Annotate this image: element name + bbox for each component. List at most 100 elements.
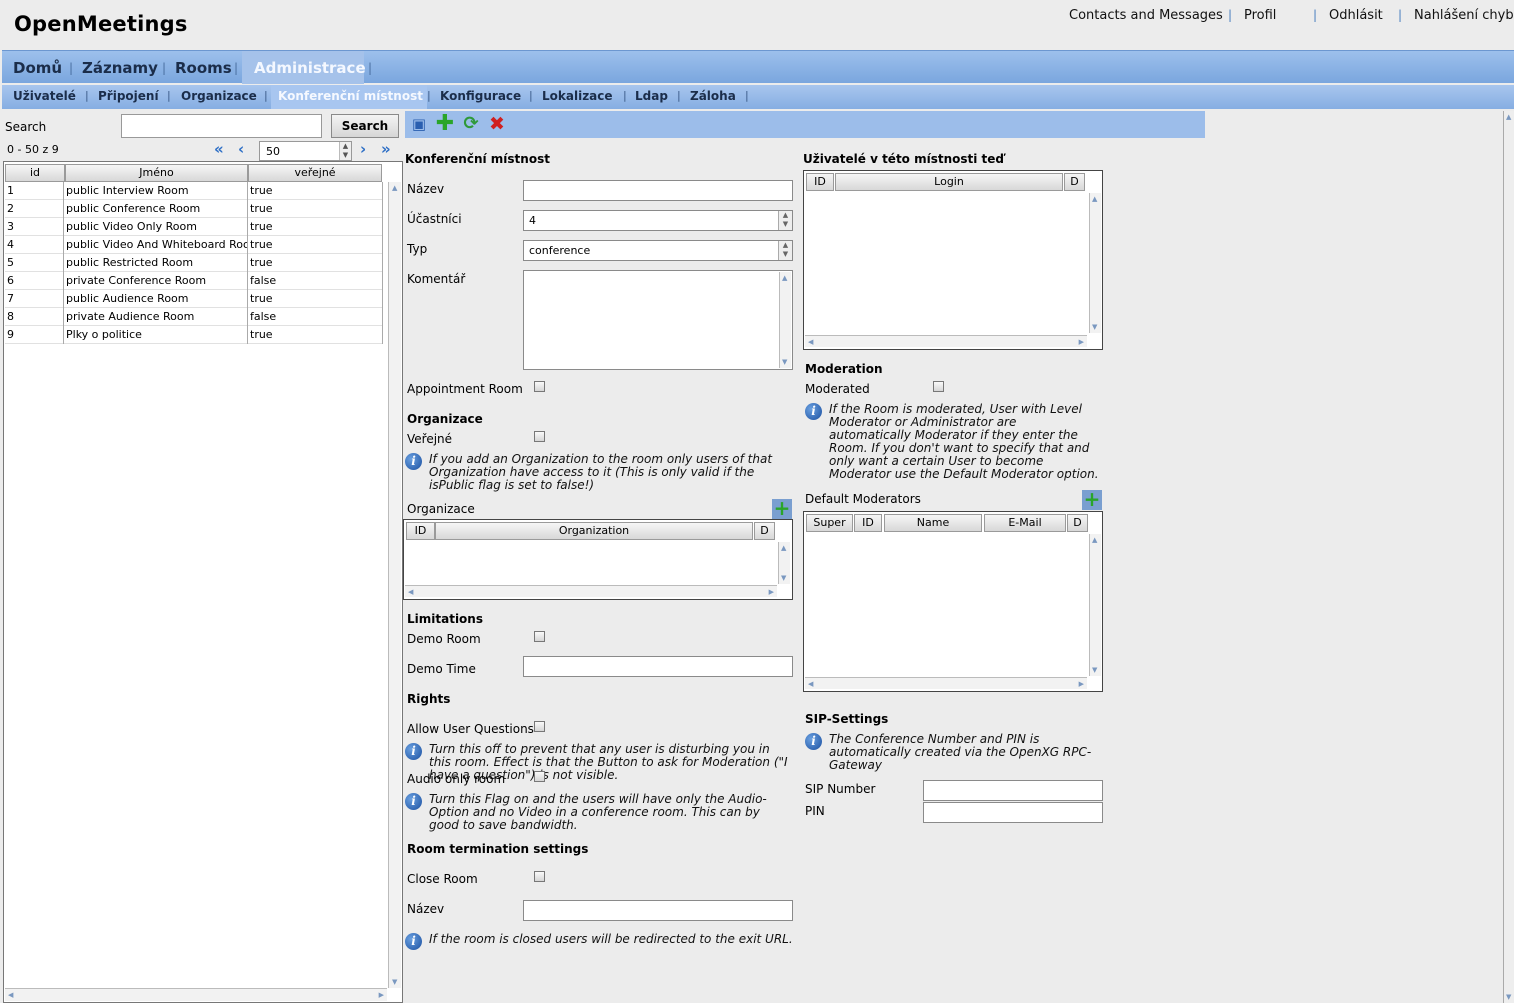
table-row[interactable]: 7 public Audience Room true [5, 290, 383, 308]
stepper-arrows-icon[interactable]: ▲ ▼ [339, 142, 351, 160]
moderated-checkbox[interactable] [933, 381, 944, 392]
table-row[interactable]: 1 public Interview Room true [5, 182, 383, 200]
vertical-scrollbar[interactable]: ▲ ▼ [388, 182, 401, 988]
horizontal-scrollbar[interactable]: ◀ ▶ [805, 335, 1087, 347]
subtab-languages[interactable]: Lokalizace [542, 89, 613, 103]
add-moderator-icon[interactable]: + [1082, 489, 1102, 510]
scroll-down-icon[interactable]: ▼ [1092, 666, 1097, 674]
subtab-connections[interactable]: Připojení [98, 89, 159, 103]
appointment-checkbox[interactable] [534, 381, 545, 392]
participants-select[interactable]: 4 ▲ ▼ [523, 210, 793, 231]
page-size-stepper[interactable]: 50 ▲ ▼ [259, 141, 352, 161]
column-header-d[interactable]: D [754, 522, 775, 540]
report-bug-link[interactable]: Nahlášení chyb! [1414, 8, 1514, 23]
column-header-super[interactable]: Super [806, 514, 853, 532]
search-input[interactable] [121, 114, 322, 138]
table-row[interactable]: 2 public Conference Room true [5, 200, 383, 218]
scroll-down-icon[interactable]: ▼ [392, 978, 397, 986]
horizontal-scrollbar[interactable]: ◀ ▶ [5, 988, 387, 1001]
column-header-id[interactable]: id [5, 164, 65, 182]
search-button[interactable]: Search [331, 114, 399, 138]
contacts-link[interactable]: Contacts and Messages [1069, 8, 1223, 23]
next-page-icon[interactable]: › [360, 140, 366, 158]
scroll-up-icon[interactable]: ▲ [782, 274, 787, 282]
tab-recordings[interactable]: Záznamy [82, 59, 158, 77]
profile-link[interactable]: Profil [1244, 8, 1276, 23]
pin-input[interactable] [923, 802, 1103, 823]
scroll-down-icon[interactable]: ▼ [1092, 323, 1097, 331]
scroll-up-icon[interactable]: ▲ [781, 544, 786, 552]
scroll-right-icon[interactable]: ▶ [1079, 338, 1084, 346]
column-header-name[interactable]: Jméno [65, 164, 248, 182]
scroll-down-icon[interactable]: ▼ [781, 574, 786, 582]
subtab-configuration[interactable]: Konfigurace [440, 89, 521, 103]
logout-link[interactable]: Odhlásit [1329, 8, 1383, 23]
table-row[interactable]: 8 private Audience Room false [5, 308, 383, 326]
column-header-public[interactable]: veřejné [248, 164, 382, 182]
sip-number-input[interactable] [923, 780, 1103, 801]
page-scrollbar[interactable]: ▲ ▼ [1503, 111, 1514, 1003]
add-organization-icon[interactable]: + [772, 498, 792, 519]
vertical-scrollbar[interactable]: ▲ ▼ [778, 542, 790, 584]
comment-textarea[interactable]: ▲ ▼ [523, 270, 793, 370]
refresh-icon[interactable]: ⟳ [461, 114, 481, 134]
subtab-users[interactable]: Uživatelé [13, 89, 76, 103]
scroll-left-icon[interactable]: ◀ [808, 338, 813, 346]
last-page-icon[interactable]: » [381, 140, 391, 158]
vertical-scrollbar[interactable]: ▲ ▼ [1089, 534, 1101, 676]
scroll-down-icon[interactable]: ▼ [1506, 993, 1511, 1001]
tab-rooms[interactable]: Rooms [175, 59, 232, 77]
scroll-right-icon[interactable]: ▶ [769, 588, 774, 596]
table-row[interactable]: 5 public Restricted Room true [5, 254, 383, 272]
scroll-right-icon[interactable]: ▶ [379, 991, 384, 999]
scroll-down-icon[interactable]: ▼ [782, 358, 787, 366]
close-room-checkbox[interactable] [534, 871, 545, 882]
public-checkbox[interactable] [534, 431, 545, 442]
vertical-scrollbar[interactable]: ▲ ▼ [1089, 193, 1101, 333]
table-row[interactable]: 6 private Conference Room false [5, 272, 383, 290]
add-icon[interactable]: ✚ [435, 113, 455, 135]
scroll-up-icon[interactable]: ▲ [1506, 113, 1511, 121]
column-header-login[interactable]: Login [835, 173, 1063, 191]
column-header-id[interactable]: ID [406, 522, 435, 540]
scroll-up-icon[interactable]: ▲ [1092, 536, 1097, 544]
save-icon[interactable]: ▣ [409, 114, 429, 134]
tab-administration[interactable]: Administrace [254, 59, 366, 77]
table-row[interactable]: 3 public Video Only Room true [5, 218, 383, 236]
column-header-id[interactable]: ID [806, 173, 834, 191]
subtab-ldap[interactable]: Ldap [635, 89, 668, 103]
scroll-up-icon[interactable]: ▲ [1092, 195, 1097, 203]
subtab-organizations[interactable]: Organizace [181, 89, 257, 103]
vertical-scrollbar[interactable]: ▲ ▼ [779, 272, 791, 368]
horizontal-scrollbar[interactable]: ◀ ▶ [805, 677, 1087, 689]
scroll-left-icon[interactable]: ◀ [808, 680, 813, 688]
subtab-backup[interactable]: Záloha [690, 89, 736, 103]
column-header-d[interactable]: D [1064, 173, 1085, 191]
first-page-icon[interactable]: « [214, 140, 224, 158]
demo-time-input[interactable] [523, 656, 793, 677]
delete-icon[interactable]: ✖ [487, 114, 507, 134]
horizontal-scrollbar[interactable]: ◀ ▶ [405, 585, 777, 597]
select-arrows-icon[interactable]: ▲ ▼ [778, 241, 792, 260]
demo-room-checkbox[interactable] [534, 631, 545, 642]
scroll-up-icon[interactable]: ▲ [392, 184, 397, 192]
audio-only-checkbox[interactable] [534, 771, 545, 782]
name-input[interactable] [523, 180, 793, 201]
prev-page-icon[interactable]: ‹ [238, 140, 244, 158]
allow-questions-checkbox[interactable] [534, 721, 545, 732]
column-header-name[interactable]: Name [884, 514, 982, 532]
scroll-left-icon[interactable]: ◀ [8, 991, 13, 999]
column-header-email[interactable]: E-Mail [984, 514, 1066, 532]
column-header-organization[interactable]: Organization [435, 522, 753, 540]
scroll-right-icon[interactable]: ▶ [1079, 680, 1084, 688]
column-header-id[interactable]: ID [854, 514, 882, 532]
redirect-url-input[interactable] [523, 900, 793, 921]
scroll-left-icon[interactable]: ◀ [408, 588, 413, 596]
subtab-rooms[interactable]: Konferenční místnost [278, 89, 423, 103]
type-select[interactable]: conference ▲ ▼ [523, 240, 793, 261]
column-header-d[interactable]: D [1067, 514, 1088, 532]
table-row[interactable]: 4 public Video And Whiteboard Room true [5, 236, 383, 254]
table-row[interactable]: 9 Plky o politice true [5, 326, 383, 344]
select-arrows-icon[interactable]: ▲ ▼ [778, 211, 792, 230]
tab-home[interactable]: Domů [13, 59, 62, 77]
